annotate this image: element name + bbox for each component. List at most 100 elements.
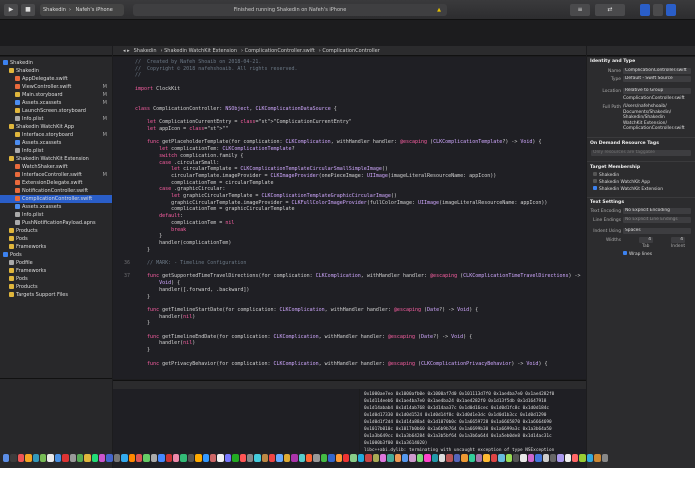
- dock-app-icon[interactable]: [32, 453, 39, 462]
- dock-app-icon[interactable]: [17, 453, 25, 462]
- navigator-item[interactable]: Pods: [0, 235, 112, 243]
- dock-app-icon[interactable]: [261, 453, 269, 462]
- dock-app-icon[interactable]: [239, 453, 246, 462]
- dock-app-icon[interactable]: [313, 453, 320, 462]
- code-line[interactable]: graphicCircularTemplate.imageProvider = …: [135, 200, 547, 206]
- navigator-item[interactable]: ViewController.swift M: [0, 83, 112, 91]
- dock-app-icon[interactable]: [446, 453, 453, 462]
- dock-app-icon[interactable]: [291, 453, 298, 462]
- dock-app-icon[interactable]: [335, 453, 342, 462]
- dock-app-icon[interactable]: [62, 453, 69, 462]
- jump-bar-item[interactable]: Shakedin: [134, 48, 157, 54]
- code-line[interactable]: let circularTemplate = CLKComplicationTe…: [135, 166, 388, 172]
- dock-app-icon[interactable]: [535, 453, 542, 462]
- dock-app-icon[interactable]: [549, 453, 557, 462]
- dock-app-icon[interactable]: [557, 453, 564, 462]
- code-line[interactable]: func getTimelineEndDate(for complication…: [135, 334, 472, 340]
- navigator-item[interactable]: Info.plist M: [0, 115, 112, 123]
- code-line[interactable]: // MARK: - Timeline Configuration: [135, 260, 246, 266]
- dock-app-icon[interactable]: [394, 453, 402, 462]
- navigator-item[interactable]: Assets.xcassets: [0, 139, 112, 147]
- code-line[interactable]: func getPrivacyBehavior(for complication…: [135, 361, 547, 367]
- navigator-item[interactable]: Shakedin: [0, 67, 112, 75]
- code-line[interactable]: import ClockKit: [135, 86, 180, 92]
- code-line[interactable]: complicationTem = nil: [135, 220, 234, 226]
- tab-width-field[interactable]: 4: [639, 237, 653, 243]
- code-line[interactable]: }: [135, 247, 150, 253]
- dock-app-icon[interactable]: [431, 453, 439, 462]
- dock-app-icon[interactable]: [357, 453, 365, 462]
- dock-app-icon[interactable]: [106, 453, 113, 462]
- dock-app-icon[interactable]: [498, 453, 505, 462]
- code-line[interactable]: func getSupportedTimeTravelDirections(fo…: [135, 273, 581, 279]
- dock-app-icon[interactable]: [424, 453, 431, 462]
- code-line[interactable]: handler(nil): [135, 314, 195, 320]
- dock-app-icon[interactable]: [195, 453, 202, 462]
- navigator-item[interactable]: NotificationController.swift: [0, 187, 112, 195]
- code-line[interactable]: handler(nil): [135, 340, 195, 346]
- navigator-item[interactable]: Shakedin WatchKit App: [0, 123, 112, 131]
- name-field[interactable]: ComplicationController.swift: [623, 68, 691, 74]
- code-line[interactable]: let graphicCircularTemplate = CLKComplic…: [135, 193, 397, 199]
- navigator-item[interactable]: Pods: [0, 275, 112, 283]
- jump-bar-item[interactable]: › Shakedin WatchKit Extension: [161, 48, 237, 54]
- navigator-item[interactable]: ExtensionDelegate.swift: [0, 179, 112, 187]
- odr-field[interactable]: Only resources are taggable: [591, 150, 691, 156]
- navigator-item[interactable]: Interface.storyboard M: [0, 131, 112, 139]
- navigator-item[interactable]: Frameworks: [0, 267, 112, 275]
- dock-app-icon[interactable]: [209, 453, 217, 462]
- inspector-toggle[interactable]: [666, 4, 676, 16]
- dock-app-icon[interactable]: [512, 453, 520, 462]
- code-line[interactable]: class ComplicationController: NSObject, …: [135, 106, 337, 112]
- navigator-item[interactable]: Pods: [0, 251, 112, 259]
- endings-select[interactable]: No Explicit Line Endings: [623, 217, 691, 223]
- dock-app-icon[interactable]: [276, 453, 283, 462]
- dock-app-icon[interactable]: [91, 453, 99, 462]
- dock-app-icon[interactable]: [128, 453, 136, 462]
- navigator-item[interactable]: PushNotificationPayload.apns: [0, 219, 112, 227]
- dock-app-icon[interactable]: [121, 453, 128, 462]
- dock-app-icon[interactable]: [10, 453, 17, 462]
- target-checkbox[interactable]: Shakedin WatchKit Extension: [593, 186, 663, 193]
- dock-app-icon[interactable]: [47, 453, 54, 462]
- dock-app-icon[interactable]: [579, 453, 586, 462]
- dock-app-icon[interactable]: [564, 453, 572, 462]
- dock-app-icon[interactable]: [136, 453, 143, 462]
- dock-app-icon[interactable]: [520, 453, 527, 462]
- wrap-lines-checkbox[interactable]: Wrap lines: [623, 251, 652, 258]
- dock-app-icon[interactable]: [372, 453, 379, 462]
- history-nav-icon[interactable]: ◂ ▸: [123, 48, 130, 54]
- dock-app-icon[interactable]: [601, 453, 609, 462]
- code-line[interactable]: default:: [135, 213, 183, 219]
- navigator-item[interactable]: Assets.xcassets: [0, 203, 112, 211]
- code-line[interactable]: // Created by Nafeh Shoaib on 2018-04-21…: [135, 59, 261, 65]
- location-select[interactable]: Relative to Group: [623, 88, 691, 94]
- dock-app-icon[interactable]: [409, 453, 416, 462]
- jump-bar-item[interactable]: › ComplicationController.swift: [241, 48, 315, 54]
- code-line[interactable]: //: [135, 72, 141, 78]
- dock-app-icon[interactable]: [150, 453, 158, 462]
- dock-app-icon[interactable]: [269, 453, 276, 462]
- indent-select[interactable]: Spaces: [623, 228, 691, 234]
- navigator-item[interactable]: WatchShaker.swift: [0, 163, 112, 171]
- navigator-item[interactable]: Shakedin: [0, 59, 112, 67]
- dock-app-icon[interactable]: [84, 453, 91, 462]
- dock-app-icon[interactable]: [350, 453, 357, 462]
- dock-app-icon[interactable]: [180, 453, 187, 462]
- navigator-item[interactable]: Shakedin WatchKit Extension: [0, 155, 112, 163]
- code-line[interactable]: }: [135, 320, 150, 326]
- encoding-select[interactable]: No Explicit Encoding: [623, 208, 691, 214]
- navigator-item[interactable]: Products: [0, 283, 112, 291]
- dock-app-icon[interactable]: [113, 453, 121, 462]
- dock-app-icon[interactable]: [387, 453, 394, 462]
- navigator-item[interactable]: Assets.xcassets M: [0, 99, 112, 107]
- dock-app-icon[interactable]: [232, 453, 239, 462]
- run-button[interactable]: ▶: [4, 4, 18, 16]
- debug-toggle[interactable]: [653, 4, 663, 16]
- dock-app-icon[interactable]: [76, 453, 84, 462]
- type-select[interactable]: Default - Swift Source: [623, 76, 691, 82]
- code-line[interactable]: func getPlaceholderTemplate(for complica…: [135, 139, 541, 145]
- navigator-item[interactable]: Podfile: [0, 259, 112, 267]
- dock-app-icon[interactable]: [172, 453, 180, 462]
- code-line[interactable]: case .circularSmall:: [135, 160, 219, 166]
